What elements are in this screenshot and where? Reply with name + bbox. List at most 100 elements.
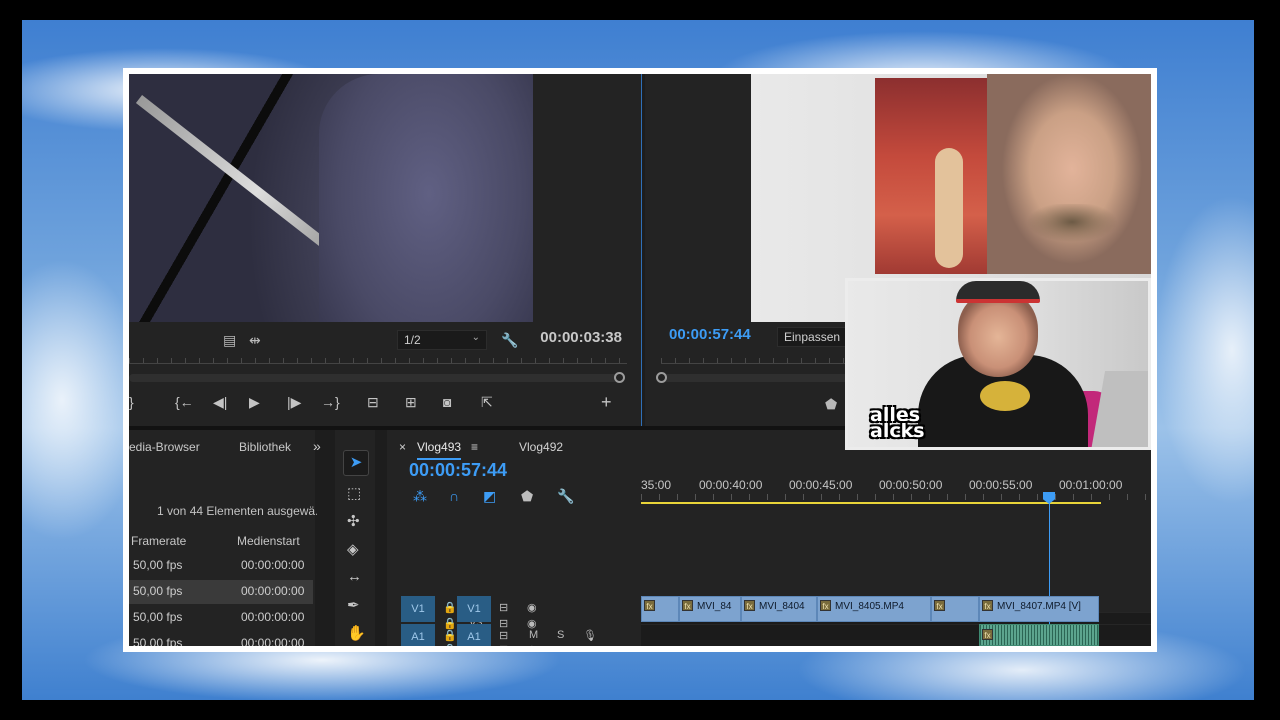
timeline-settings-wrench-icon[interactable]: 🔧 <box>557 488 574 505</box>
fx-badge: fx <box>934 600 945 611</box>
beard <box>1027 204 1117 244</box>
row-cell: 50,00 fps <box>133 610 183 624</box>
list-item[interactable]: 50,00 fps 00:00:00:00 <box>129 606 313 630</box>
poster-image <box>875 78 993 274</box>
insert-icon[interactable]: ⊟ <box>367 394 379 411</box>
video-clip[interactable]: fx <box>641 596 679 622</box>
program-scrub-handle[interactable] <box>656 372 667 383</box>
ripple-edit-tool-icon[interactable]: ✣ <box>347 512 360 530</box>
source-scrub-bar[interactable] <box>129 372 625 383</box>
source-scrub-handle[interactable] <box>614 372 625 383</box>
lock-icon[interactable]: 🔒 <box>443 629 457 642</box>
hand-tool-icon[interactable]: ✋ <box>347 624 366 642</box>
tools-panel: ➤ ⬚ ✣ ◈ ↔ ✒ ✋ <box>335 430 375 646</box>
fx-badge: fx <box>820 600 831 611</box>
wrench-icon[interactable]: 🔧 <box>501 332 518 348</box>
video-clip[interactable]: fx MVI_84 <box>679 596 741 622</box>
program-timecode[interactable]: 00:00:57:44 <box>669 326 751 343</box>
track-select-tool-icon[interactable]: ⬚ <box>347 484 361 502</box>
close-icon[interactable]: × <box>399 440 406 454</box>
mark-out-icon[interactable]: } <box>129 394 134 410</box>
ruler-line <box>661 363 851 364</box>
track-header-a1: A1 🔒 A1 ⊟ M S 🎙 <box>387 624 641 646</box>
audio-clip[interactable]: fx <box>979 624 1099 646</box>
source-patch-a1[interactable]: A1 <box>401 624 435 646</box>
video-clip[interactable]: fx MVI_8405.MP4 <box>817 596 931 622</box>
list-item[interactable]: 50,00 fps 00:00:00:00 <box>129 580 313 604</box>
fx-badge: fx <box>982 600 993 611</box>
timeline-ruler[interactable] <box>641 494 1151 500</box>
row-cell: 00:00:00:00 <box>241 610 305 624</box>
razor-tool-icon[interactable]: ◈ <box>347 540 359 558</box>
microphone-icon[interactable]: 🎙 <box>583 629 597 642</box>
film-icon[interactable]: ▤ <box>223 332 236 348</box>
fx-badge: fx <box>982 629 993 640</box>
shirt-figure <box>319 74 533 322</box>
video-clip[interactable]: fx <box>931 596 979 622</box>
add-marker-icon[interactable]: ⬟ <box>521 488 533 505</box>
snap-magnet-icon[interactable]: ∩ <box>449 488 459 504</box>
column-header-media-start[interactable]: Medienstart <box>237 534 300 552</box>
pen-tool-icon[interactable]: ✒ <box>347 596 360 614</box>
audio-waveform-icon[interactable]: ⇹ <box>249 332 261 348</box>
v1-a1-tracks: V1 🔒 V1 ⊟ ◉ A1 🔒 A1 ⊟ M S 🎙 fx fx MVI_84 … <box>387 596 1151 646</box>
mute-button[interactable]: M <box>529 629 538 641</box>
video-clip[interactable]: fx MVI_8404 <box>741 596 817 622</box>
nest-icon[interactable]: ⁂ <box>413 488 427 505</box>
go-to-out-icon[interactable]: →} <box>321 394 340 410</box>
export-frame-icon[interactable]: ⇱ <box>481 394 493 411</box>
tab-vlog493[interactable]: Vlog493 <box>417 440 462 460</box>
ruler-label: 00:01:00:00 <box>1059 478 1123 492</box>
clip-label: MVI_8405.MP4 <box>835 601 904 612</box>
step-forward-icon[interactable]: |▶ <box>287 394 301 411</box>
sequence-menu-icon[interactable]: ≡ <box>471 440 478 454</box>
selection-tool-icon[interactable]: ➤ <box>343 450 369 476</box>
track-target-v1[interactable]: V1 <box>457 596 491 622</box>
play-icon[interactable]: ▶ <box>249 394 260 411</box>
program-ruler[interactable] <box>661 354 851 368</box>
add-button-icon[interactable]: + <box>601 392 612 413</box>
ruler-label: 00:00:45:00 <box>789 478 853 492</box>
fx-badge: fx <box>644 600 655 611</box>
tab-library[interactable]: Bibliothek <box>239 440 291 454</box>
panel-overflow-icon[interactable]: » <box>313 438 321 454</box>
linked-selection-icon[interactable]: ◩ <box>483 488 496 505</box>
list-item[interactable]: 50,00 fps 00:00:00:00 <box>129 554 313 578</box>
row-cell: 50,00 fps <box>133 636 183 646</box>
column-header-framerate[interactable]: Framerate <box>131 534 186 552</box>
chevron-down-icon: ⌄ <box>471 332 480 343</box>
poster-figure <box>935 148 963 268</box>
go-to-in-icon[interactable]: {← <box>175 394 194 410</box>
work-area-bar[interactable] <box>641 502 1101 504</box>
ruler-label: 00:00:55:00 <box>969 478 1033 492</box>
source-ruler[interactable] <box>129 354 627 368</box>
track-target-a1[interactable]: A1 <box>457 624 491 646</box>
overwrite-icon[interactable]: ⊞ <box>405 394 417 411</box>
lock-icon[interactable]: 🔒 <box>443 601 457 614</box>
video-clip[interactable]: fx MVI_8407.MP4 [V] <box>979 596 1099 622</box>
solo-button[interactable]: S <box>557 629 564 641</box>
source-zoom-select[interactable]: 1/2 ⌄ <box>397 330 487 350</box>
program-scrub-bar[interactable] <box>656 372 851 383</box>
camera-icon[interactable]: ◙ <box>443 394 451 410</box>
row-cell: 00:00:00:00 <box>241 636 305 646</box>
ruler-label: 00:00:50:00 <box>879 478 943 492</box>
selection-count: 1 von 44 Elementen ausgewä... <box>157 504 317 518</box>
premiere-app-window: ▤ ⇹ 1/2 ⌄ 🔧 00:00:03:38 } {← ◀| ▶ |▶ →} … <box>129 74 1151 646</box>
list-item[interactable]: 50,00 fps 00:00:00:00 <box>129 632 313 646</box>
source-patch-v1[interactable]: V1 <box>401 596 435 622</box>
marker-icon[interactable]: ⬟ <box>825 396 837 412</box>
sync-lock-icon[interactable]: ⊟ <box>499 601 508 614</box>
clip-label: MVI_8407.MP4 [V] <box>997 601 1081 612</box>
sync-lock-icon[interactable]: ⊟ <box>499 629 508 642</box>
eye-icon[interactable]: ◉ <box>527 601 537 614</box>
source-video-frame <box>129 74 533 322</box>
tab-vlog492[interactable]: Vlog492 <box>519 440 563 454</box>
program-fit-select[interactable]: Einpassen <box>777 327 849 347</box>
slip-tool-icon[interactable]: ↔ <box>347 568 362 585</box>
channel-logo-text: alles alcks <box>870 406 925 441</box>
tab-media-browser[interactable]: edia-Browser <box>129 440 200 454</box>
timeline-timecode[interactable]: 00:00:57:44 <box>409 460 507 481</box>
step-back-icon[interactable]: ◀| <box>213 394 227 411</box>
source-control-row: ▤ ⇹ 1/2 ⌄ 🔧 00:00:03:38 <box>129 328 642 352</box>
